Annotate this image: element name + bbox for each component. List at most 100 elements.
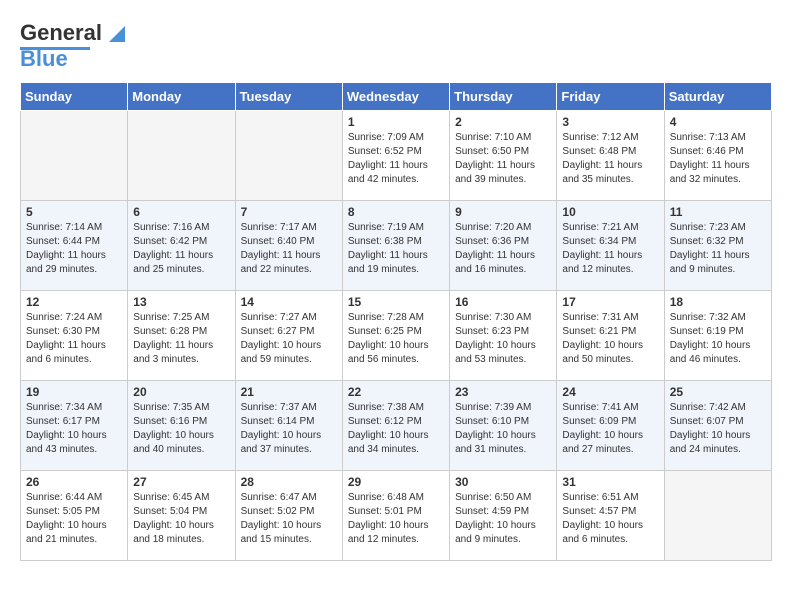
week-row-2: 5 Sunrise: 7:14 AMSunset: 6:44 PMDayligh…: [21, 201, 772, 291]
logo-blue: Blue: [20, 46, 68, 72]
day-number: 30: [455, 475, 551, 489]
day-cell: 5 Sunrise: 7:14 AMSunset: 6:44 PMDayligh…: [21, 201, 128, 291]
day-cell: 31 Sunrise: 6:51 AMSunset: 4:57 PMDaylig…: [557, 471, 664, 561]
day-number: 3: [562, 115, 658, 129]
day-number: 29: [348, 475, 444, 489]
day-cell: 4 Sunrise: 7:13 AMSunset: 6:46 PMDayligh…: [664, 111, 771, 201]
day-cell: 17 Sunrise: 7:31 AMSunset: 6:21 PMDaylig…: [557, 291, 664, 381]
day-cell: [21, 111, 128, 201]
day-cell: 16 Sunrise: 7:30 AMSunset: 6:23 PMDaylig…: [450, 291, 557, 381]
day-info: Sunrise: 7:35 AMSunset: 6:16 PMDaylight:…: [133, 401, 229, 457]
day-info: Sunrise: 7:42 AMSunset: 6:07 PMDaylight:…: [670, 401, 766, 457]
day-cell: 23 Sunrise: 7:39 AMSunset: 6:10 PMDaylig…: [450, 381, 557, 471]
day-number: 20: [133, 385, 229, 399]
day-cell: 28 Sunrise: 6:47 AMSunset: 5:02 PMDaylig…: [235, 471, 342, 561]
day-cell: 26 Sunrise: 6:44 AMSunset: 5:05 PMDaylig…: [21, 471, 128, 561]
day-cell: 8 Sunrise: 7:19 AMSunset: 6:38 PMDayligh…: [342, 201, 449, 291]
day-cell: [664, 471, 771, 561]
day-info: Sunrise: 7:13 AMSunset: 6:46 PMDaylight:…: [670, 131, 766, 187]
header-sunday: Sunday: [21, 83, 128, 111]
week-row-3: 12 Sunrise: 7:24 AMSunset: 6:30 PMDaylig…: [21, 291, 772, 381]
day-number: 4: [670, 115, 766, 129]
day-number: 16: [455, 295, 551, 309]
day-info: Sunrise: 7:14 AMSunset: 6:44 PMDaylight:…: [26, 221, 122, 277]
day-cell: 2 Sunrise: 7:10 AMSunset: 6:50 PMDayligh…: [450, 111, 557, 201]
day-info: Sunrise: 6:51 AMSunset: 4:57 PMDaylight:…: [562, 491, 658, 547]
day-cell: 27 Sunrise: 6:45 AMSunset: 5:04 PMDaylig…: [128, 471, 235, 561]
header-friday: Friday: [557, 83, 664, 111]
day-number: 5: [26, 205, 122, 219]
day-number: 2: [455, 115, 551, 129]
day-cell: 30 Sunrise: 6:50 AMSunset: 4:59 PMDaylig…: [450, 471, 557, 561]
day-cell: [128, 111, 235, 201]
day-info: Sunrise: 7:12 AMSunset: 6:48 PMDaylight:…: [562, 131, 658, 187]
day-number: 28: [241, 475, 337, 489]
day-info: Sunrise: 7:31 AMSunset: 6:21 PMDaylight:…: [562, 311, 658, 367]
day-info: Sunrise: 7:37 AMSunset: 6:14 PMDaylight:…: [241, 401, 337, 457]
day-number: 17: [562, 295, 658, 309]
day-info: Sunrise: 7:27 AMSunset: 6:27 PMDaylight:…: [241, 311, 337, 367]
day-info: Sunrise: 7:20 AMSunset: 6:36 PMDaylight:…: [455, 221, 551, 277]
day-number: 31: [562, 475, 658, 489]
day-info: Sunrise: 7:10 AMSunset: 6:50 PMDaylight:…: [455, 131, 551, 187]
day-info: Sunrise: 7:17 AMSunset: 6:40 PMDaylight:…: [241, 221, 337, 277]
header-saturday: Saturday: [664, 83, 771, 111]
day-number: 12: [26, 295, 122, 309]
day-cell: 20 Sunrise: 7:35 AMSunset: 6:16 PMDaylig…: [128, 381, 235, 471]
day-number: 15: [348, 295, 444, 309]
logo: General Blue: [20, 20, 125, 72]
day-info: Sunrise: 6:48 AMSunset: 5:01 PMDaylight:…: [348, 491, 444, 547]
day-info: Sunrise: 7:24 AMSunset: 6:30 PMDaylight:…: [26, 311, 122, 367]
header-monday: Monday: [128, 83, 235, 111]
day-number: 1: [348, 115, 444, 129]
day-cell: 15 Sunrise: 7:28 AMSunset: 6:25 PMDaylig…: [342, 291, 449, 381]
calendar-header-row: SundayMondayTuesdayWednesdayThursdayFrid…: [21, 83, 772, 111]
header-wednesday: Wednesday: [342, 83, 449, 111]
day-number: 13: [133, 295, 229, 309]
day-number: 10: [562, 205, 658, 219]
day-number: 11: [670, 205, 766, 219]
week-row-1: 1 Sunrise: 7:09 AMSunset: 6:52 PMDayligh…: [21, 111, 772, 201]
day-number: 22: [348, 385, 444, 399]
day-info: Sunrise: 6:44 AMSunset: 5:05 PMDaylight:…: [26, 491, 122, 547]
day-cell: 29 Sunrise: 6:48 AMSunset: 5:01 PMDaylig…: [342, 471, 449, 561]
day-cell: 19 Sunrise: 7:34 AMSunset: 6:17 PMDaylig…: [21, 381, 128, 471]
week-row-5: 26 Sunrise: 6:44 AMSunset: 5:05 PMDaylig…: [21, 471, 772, 561]
day-cell: 9 Sunrise: 7:20 AMSunset: 6:36 PMDayligh…: [450, 201, 557, 291]
header-tuesday: Tuesday: [235, 83, 342, 111]
page-header: General Blue: [20, 20, 772, 72]
day-cell: 13 Sunrise: 7:25 AMSunset: 6:28 PMDaylig…: [128, 291, 235, 381]
day-info: Sunrise: 7:28 AMSunset: 6:25 PMDaylight:…: [348, 311, 444, 367]
day-cell: 25 Sunrise: 7:42 AMSunset: 6:07 PMDaylig…: [664, 381, 771, 471]
day-info: Sunrise: 7:09 AMSunset: 6:52 PMDaylight:…: [348, 131, 444, 187]
day-info: Sunrise: 7:39 AMSunset: 6:10 PMDaylight:…: [455, 401, 551, 457]
day-cell: 11 Sunrise: 7:23 AMSunset: 6:32 PMDaylig…: [664, 201, 771, 291]
day-cell: 21 Sunrise: 7:37 AMSunset: 6:14 PMDaylig…: [235, 381, 342, 471]
header-thursday: Thursday: [450, 83, 557, 111]
day-cell: 1 Sunrise: 7:09 AMSunset: 6:52 PMDayligh…: [342, 111, 449, 201]
day-number: 7: [241, 205, 337, 219]
day-number: 23: [455, 385, 551, 399]
day-number: 14: [241, 295, 337, 309]
day-cell: 22 Sunrise: 7:38 AMSunset: 6:12 PMDaylig…: [342, 381, 449, 471]
day-info: Sunrise: 7:21 AMSunset: 6:34 PMDaylight:…: [562, 221, 658, 277]
day-info: Sunrise: 6:47 AMSunset: 5:02 PMDaylight:…: [241, 491, 337, 547]
day-number: 25: [670, 385, 766, 399]
day-cell: 7 Sunrise: 7:17 AMSunset: 6:40 PMDayligh…: [235, 201, 342, 291]
day-info: Sunrise: 7:34 AMSunset: 6:17 PMDaylight:…: [26, 401, 122, 457]
day-number: 26: [26, 475, 122, 489]
day-info: Sunrise: 7:25 AMSunset: 6:28 PMDaylight:…: [133, 311, 229, 367]
day-info: Sunrise: 7:19 AMSunset: 6:38 PMDaylight:…: [348, 221, 444, 277]
day-info: Sunrise: 7:30 AMSunset: 6:23 PMDaylight:…: [455, 311, 551, 367]
day-number: 19: [26, 385, 122, 399]
day-number: 8: [348, 205, 444, 219]
day-cell: 6 Sunrise: 7:16 AMSunset: 6:42 PMDayligh…: [128, 201, 235, 291]
day-info: Sunrise: 7:32 AMSunset: 6:19 PMDaylight:…: [670, 311, 766, 367]
day-cell: 14 Sunrise: 7:27 AMSunset: 6:27 PMDaylig…: [235, 291, 342, 381]
day-number: 21: [241, 385, 337, 399]
day-number: 27: [133, 475, 229, 489]
day-cell: 18 Sunrise: 7:32 AMSunset: 6:19 PMDaylig…: [664, 291, 771, 381]
day-number: 9: [455, 205, 551, 219]
day-cell: 12 Sunrise: 7:24 AMSunset: 6:30 PMDaylig…: [21, 291, 128, 381]
day-number: 24: [562, 385, 658, 399]
